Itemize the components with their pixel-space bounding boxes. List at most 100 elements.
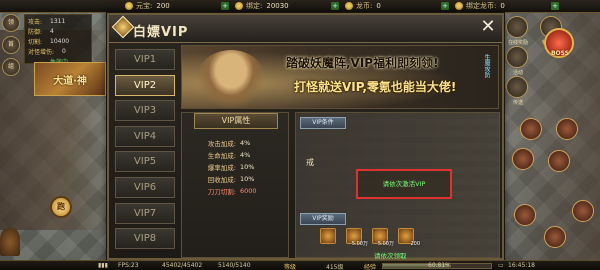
vip-modal: 白嫖VIP ✕ VIP1 VIP2 VIP3 VIP4 VIP5 VIP6 VI… [107, 13, 504, 260]
vip-tab-list: VIP1 VIP2 VIP3 VIP4 VIP5 VIP6 VIP7 VIP8 [115, 49, 177, 254]
attribute-key: 回收加成: [207, 176, 236, 184]
fps-readout: FPS:23 [118, 262, 139, 269]
attribute-value: 4% [240, 139, 251, 147]
tab-vip3[interactable]: VIP3 [115, 100, 175, 122]
side-icon-zu[interactable]: 组 [2, 58, 20, 76]
resource-label: 元宝: [136, 2, 153, 10]
add-yuanbao-button[interactable]: + [221, 2, 229, 10]
stat-value: 10400 [50, 37, 70, 45]
tab-vip4[interactable]: VIP4 [115, 125, 175, 147]
skill-slot-5[interactable] [514, 204, 536, 226]
title-gem-icon [111, 15, 135, 39]
stat-key: 攻击: [28, 18, 43, 26]
icon-label: 活动 [512, 70, 523, 76]
side-icon-ling[interactable]: 领 [2, 14, 20, 32]
activity-icon[interactable]: 活动 [506, 46, 528, 76]
skill-slot-7[interactable] [572, 200, 594, 222]
level-label: 等级 [284, 264, 297, 270]
vip-content-panel: VIP条件 戒 请依次激活VIP VIP奖励 5.00万 5.00万 200 请… [295, 112, 500, 260]
title-badge[interactable]: 大道·神 [34, 62, 106, 96]
attribute-row: 回收加成: 10% [182, 173, 290, 185]
banner-vertical-text: 生魔攻防 [483, 54, 490, 78]
player-character [0, 228, 20, 256]
reward-list: 5.00万 5.00万 200 [320, 228, 424, 247]
add-bound-button[interactable]: + [331, 2, 339, 10]
resource-value: 0 [500, 2, 505, 10]
skill-slot-1[interactable] [520, 118, 542, 140]
attribute-row: 爆率加成: 10% [182, 161, 290, 173]
exp-label: 经验 [364, 264, 377, 270]
conditions-tag: VIP条件 [300, 117, 346, 129]
status-bar: ▮▮▮ FPS:23 45402/45402 5140/5140 等级 415级… [0, 260, 600, 270]
resource-value: 20030 [266, 2, 289, 10]
tab-vip5[interactable]: VIP5 [115, 151, 175, 173]
tab-vip7[interactable]: VIP7 [115, 202, 175, 224]
reward-amount: 200 [410, 241, 420, 247]
tab-vip8[interactable]: VIP8 [115, 228, 175, 250]
online-reward-icon[interactable]: 在线奖励 [506, 16, 528, 46]
bound-coin-icon [235, 2, 243, 10]
reward-item[interactable]: 200 [398, 228, 420, 247]
stat-value: 0 [62, 47, 66, 55]
attribute-key: 爆率加成: [207, 164, 236, 172]
ring-label: 戒 [306, 158, 314, 167]
icon-label: 在线奖励 [507, 40, 528, 46]
attribute-row: 生命加成: 4% [182, 149, 290, 161]
tab-vip6[interactable]: VIP6 [115, 176, 175, 198]
reward-item[interactable] [320, 228, 336, 244]
attribute-key: 攻击加成: [207, 140, 236, 148]
resource-bound: 绑定: 20030 + [235, 1, 339, 11]
attribute-key: 生命加成: [207, 152, 236, 160]
reward-item[interactable]: 5.00万 [372, 228, 394, 247]
hp-readout: 45402/45402 [162, 262, 203, 269]
tab-vip1[interactable]: VIP1 [115, 49, 175, 70]
resource-yuanbao: 元宝: 200 + [125, 1, 229, 11]
attribute-value: 6000 [240, 187, 257, 195]
attribute-row: 攻击加成: 4% [182, 137, 290, 149]
stat-row: 防御: 4 [28, 26, 88, 36]
clock: 16:45:18 [508, 262, 535, 269]
modal-title: 白嫖VIP [133, 25, 189, 40]
boss-icon[interactable]: BOSS [544, 28, 574, 58]
attributes-list: 攻击加成: 4% 生命加成: 4% 爆率加成: 10% 回收加成: 10% 刀刀切割: 6… [182, 137, 290, 197]
resource-label: 龙币: [356, 2, 373, 10]
stat-row: 攻击: 1311 [28, 16, 88, 26]
battery-icon: ▭ [498, 262, 504, 269]
modal-header: 白嫖VIP ✕ [109, 15, 502, 43]
run-button[interactable]: 跑 [50, 196, 72, 218]
skill-slot-2[interactable] [556, 118, 578, 140]
add-bound-longbi-button[interactable]: + [551, 2, 559, 10]
resource-bound-longbi: 绑定龙币: 0 + [455, 1, 559, 11]
teleport-icon[interactable]: 传送 [506, 76, 528, 106]
boss-label: BOSS [550, 50, 570, 57]
close-button[interactable]: ✕ [478, 18, 498, 38]
stat-value: 4 [50, 27, 54, 35]
activate-vip-button[interactable]: 请依次激活VIP [356, 169, 452, 199]
claim-reward-button[interactable]: 请依次领取 [374, 250, 407, 260]
vip-attributes-panel: VIP属性 攻击加成: 4% 生命加成: 4% 爆率加成: 10% 回收加成: 10% … [181, 112, 289, 258]
banner-headline: 踏破妖魔阵,VIP福利即刻领! [286, 54, 439, 71]
tab-vip2[interactable]: VIP2 [115, 74, 175, 96]
skill-slot-4[interactable] [548, 150, 570, 172]
side-icon-shou[interactable]: 首 [2, 36, 20, 54]
wifi-icon: ▮▮▮ [98, 262, 108, 269]
resource-value: 0 [376, 2, 381, 10]
level-value: 415级 [326, 264, 344, 270]
reward-item[interactable]: 5.00万 [346, 228, 368, 247]
skill-slot-6[interactable] [544, 226, 566, 248]
attribute-row: 刀刀切割: 6000 [182, 185, 290, 197]
attribute-key: 刀刀切割: [207, 188, 236, 196]
longbi-icon [345, 2, 353, 10]
left-side-icons: 领 首 组 [2, 14, 22, 80]
bound-longbi-icon [455, 2, 463, 10]
stat-row: 对怪增伤: 0 [28, 46, 88, 56]
skill-slot-3[interactable] [512, 148, 534, 170]
icon-label: 传送 [512, 100, 523, 106]
rewards-tag: VIP奖励 [300, 213, 346, 225]
attribute-value: 10% [240, 163, 255, 171]
vip-banner: 踏破妖魔阵,VIP福利即刻领! 打怪就送VIP,零氪也能当大佬! 生魔攻防 [181, 45, 499, 109]
add-longbi-button[interactable]: + [441, 2, 449, 10]
stat-key: 对怪增伤: [28, 48, 55, 56]
stat-row: 切割: 10400 [28, 36, 88, 46]
resource-value: 200 [156, 2, 170, 10]
